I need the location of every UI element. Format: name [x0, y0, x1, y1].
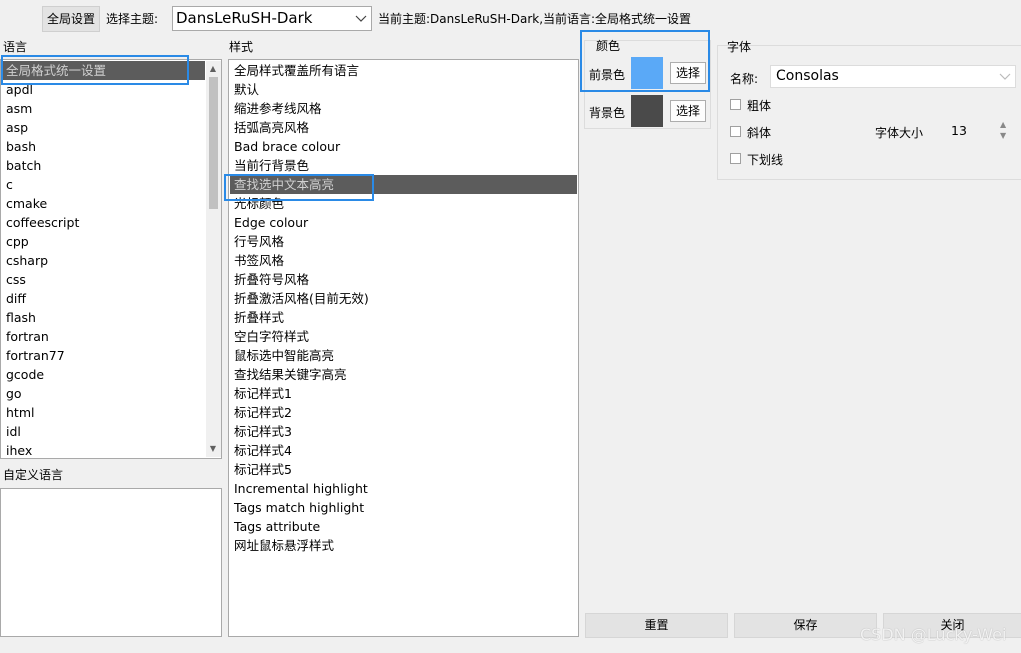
scroll-down-arrow-icon[interactable]: ▼ [207, 443, 219, 455]
style-list-item[interactable]: 光标颜色 [230, 194, 577, 213]
language-list-item[interactable]: fortran77 [2, 346, 205, 365]
style-list-item[interactable]: 默认 [230, 80, 577, 99]
background-label: 背景色 [589, 106, 626, 120]
language-list-item[interactable]: diff [2, 289, 205, 308]
watermark: CSDN @Lucky-Wei [860, 625, 1007, 644]
language-list-item[interactable]: c [2, 175, 205, 194]
style-list-item[interactable]: 空白字符样式 [230, 327, 577, 346]
underline-checkbox[interactable] [730, 153, 741, 164]
spin-down-icon[interactable]: ▼ [1000, 131, 1006, 140]
style-list-item[interactable]: Tags attribute [230, 517, 577, 536]
language-list-item[interactable]: cmake [2, 194, 205, 213]
language-scrollbar[interactable]: ▲ ▼ [206, 61, 221, 457]
scroll-up-arrow-icon[interactable]: ▲ [207, 63, 219, 75]
style-list-item[interactable]: 查找选中文本高亮 [230, 175, 577, 194]
spin-up-icon[interactable]: ▲ [1000, 120, 1006, 129]
language-list-item[interactable]: fortran [2, 327, 205, 346]
global-settings-button[interactable]: 全局设置 [42, 6, 100, 32]
language-list-item[interactable]: apdl [2, 80, 205, 99]
language-list-item[interactable]: bash [2, 137, 205, 156]
language-list-item[interactable]: go [2, 384, 205, 403]
language-list-item[interactable]: css [2, 270, 205, 289]
style-header: 样式 [229, 40, 254, 54]
language-list-item[interactable]: idl [2, 422, 205, 441]
style-list-item[interactable]: 鼠标选中智能高亮 [230, 346, 577, 365]
style-list-item[interactable]: 标记样式1 [230, 384, 577, 403]
style-list-item[interactable]: 查找结果关键字高亮 [230, 365, 577, 384]
style-list-item[interactable]: 全局样式覆盖所有语言 [230, 61, 577, 80]
style-list-item[interactable]: 折叠符号风格 [230, 270, 577, 289]
language-list-item[interactable]: coffeescript [2, 213, 205, 232]
custom-language-header: 自定义语言 [3, 468, 64, 482]
language-header: 语言 [3, 40, 28, 54]
style-list-item[interactable]: 折叠样式 [230, 308, 577, 327]
style-list-item[interactable]: 折叠激活风格(目前无效) [230, 289, 577, 308]
language-list-item[interactable]: asm [2, 99, 205, 118]
current-status-text: 当前主题:DansLeRuSH-Dark,当前语言:全局格式统一设置 [378, 12, 692, 26]
foreground-label: 前景色 [589, 68, 626, 82]
scroll-thumb[interactable] [209, 77, 218, 209]
bold-checkbox[interactable] [730, 99, 741, 110]
bold-label: 粗体 [747, 99, 772, 113]
reset-button[interactable]: 重置 [585, 613, 728, 638]
foreground-color-swatch[interactable] [631, 57, 663, 89]
font-size-label: 字体大小 [875, 126, 924, 140]
language-list-item[interactable]: gcode [2, 365, 205, 384]
style-list-item[interactable]: 标记样式2 [230, 403, 577, 422]
language-list-item[interactable]: cpp [2, 232, 205, 251]
style-list-item[interactable]: 网址鼠标悬浮样式 [230, 536, 577, 555]
style-list-item[interactable]: Tags match highlight [230, 498, 577, 517]
theme-dropdown-value: DansLeRuSH-Dark [176, 9, 313, 27]
chevron-down-icon [999, 73, 1011, 80]
italic-checkbox[interactable] [730, 126, 741, 137]
custom-language-list[interactable] [0, 488, 222, 637]
underline-label: 下划线 [747, 153, 784, 167]
theme-dropdown[interactable]: DansLeRuSH-Dark [172, 6, 372, 31]
language-list[interactable]: 全局格式统一设置 apdl asm asp bash batch c cmake coffees… [0, 59, 222, 459]
foreground-select-button[interactable]: 选择 [670, 62, 706, 84]
style-list-item[interactable]: Incremental highlight [230, 479, 577, 498]
language-list-item[interactable]: html [2, 403, 205, 422]
style-list-item[interactable]: 缩进参考线风格 [230, 99, 577, 118]
language-list-item[interactable]: csharp [2, 251, 205, 270]
style-list-item[interactable]: 括弧高亮风格 [230, 118, 577, 137]
style-list-item[interactable]: 行号风格 [230, 232, 577, 251]
language-list-item[interactable]: flash [2, 308, 205, 327]
language-list-item[interactable]: 全局格式统一设置 [2, 61, 205, 80]
font-size-value: 13 [951, 123, 967, 138]
language-list-item[interactable]: batch [2, 156, 205, 175]
color-header: 颜色 [596, 39, 621, 53]
italic-label: 斜体 [747, 126, 772, 140]
style-list-item[interactable]: 当前行背景色 [230, 156, 577, 175]
style-list-item[interactable]: 书签风格 [230, 251, 577, 270]
style-list[interactable]: 全局样式覆盖所有语言 默认 缩进参考线风格 括弧高亮风格 Bad brace colou… [228, 59, 579, 637]
style-list-item[interactable]: Bad brace colour [230, 137, 577, 156]
style-list-item[interactable]: 标记样式3 [230, 422, 577, 441]
style-list-item[interactable]: Edge colour [230, 213, 577, 232]
font-name-value: Consolas [776, 68, 839, 84]
language-list-item[interactable]: ihex [2, 441, 205, 457]
font-name-label: 名称: [730, 72, 759, 86]
language-list-item[interactable]: asp [2, 118, 205, 137]
chevron-down-icon [355, 15, 367, 22]
font-header: 字体 [727, 40, 752, 54]
save-button[interactable]: 保存 [734, 613, 877, 638]
background-select-button[interactable]: 选择 [670, 100, 706, 122]
select-theme-label: 选择主题: [106, 12, 159, 26]
style-list-item[interactable]: 标记样式4 [230, 441, 577, 460]
style-list-item[interactable]: 标记样式5 [230, 460, 577, 479]
font-name-dropdown[interactable]: Consolas [770, 65, 1016, 88]
font-size-spinbox[interactable]: 13 ▲ ▼ [946, 119, 1014, 143]
background-color-swatch[interactable] [631, 95, 663, 127]
